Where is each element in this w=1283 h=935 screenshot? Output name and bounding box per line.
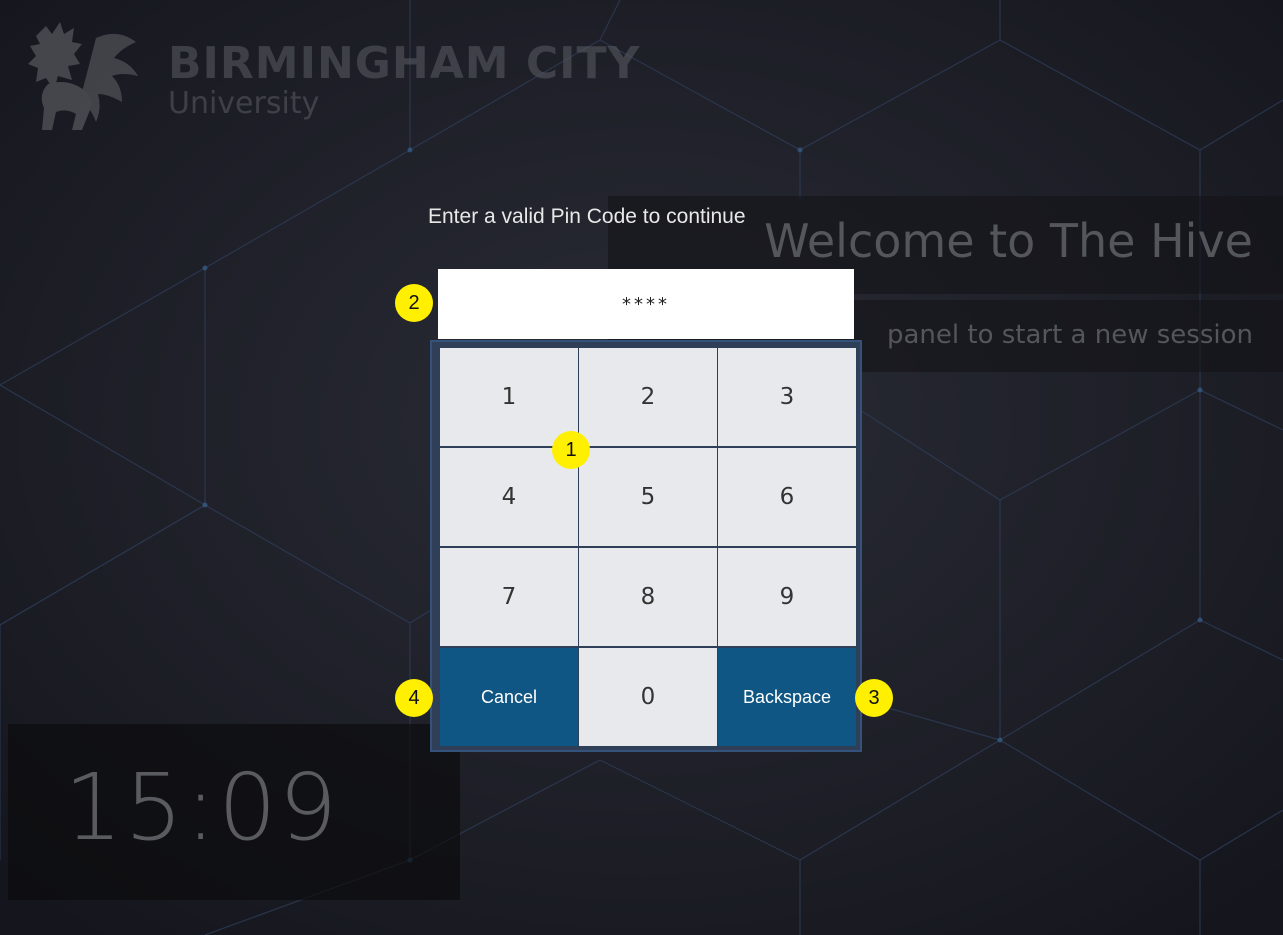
annotation-badge-4: 4 bbox=[395, 679, 433, 717]
key-6[interactable]: 6 bbox=[718, 448, 856, 546]
pin-input-display[interactable]: **** bbox=[438, 269, 854, 339]
key-9[interactable]: 9 bbox=[718, 548, 856, 646]
key-7[interactable]: 7 bbox=[440, 548, 578, 646]
keypad: 1 2 3 4 5 6 7 8 9 Cancel 0 Backspace bbox=[430, 340, 862, 752]
key-0[interactable]: 0 bbox=[579, 648, 717, 746]
key-1[interactable]: 1 bbox=[440, 348, 578, 446]
clock-time: 15:09 bbox=[64, 754, 340, 861]
backspace-button[interactable]: Backspace bbox=[718, 648, 856, 746]
key-2[interactable]: 2 bbox=[579, 348, 717, 446]
annotation-badge-2: 2 bbox=[395, 284, 433, 322]
logo-title: BIRMINGHAM CITY bbox=[168, 38, 641, 89]
lion-crest-icon bbox=[28, 22, 138, 130]
university-logo: BIRMINGHAM CITY University bbox=[22, 18, 639, 138]
pin-prompt: Enter a valid Pin Code to continue bbox=[428, 205, 746, 228]
welcome-title: Welcome to The Hive bbox=[764, 214, 1253, 268]
cancel-button[interactable]: Cancel bbox=[440, 648, 578, 746]
clock-panel: 15:09 bbox=[8, 724, 460, 900]
annotation-badge-1: 1 bbox=[552, 431, 590, 469]
key-3[interactable]: 3 bbox=[718, 348, 856, 446]
annotation-badge-3: 3 bbox=[855, 679, 893, 717]
key-8[interactable]: 8 bbox=[579, 548, 717, 646]
logo-subtitle: University bbox=[168, 86, 320, 121]
welcome-subtitle: panel to start a new session bbox=[886, 320, 1253, 350]
key-5[interactable]: 5 bbox=[579, 448, 717, 546]
